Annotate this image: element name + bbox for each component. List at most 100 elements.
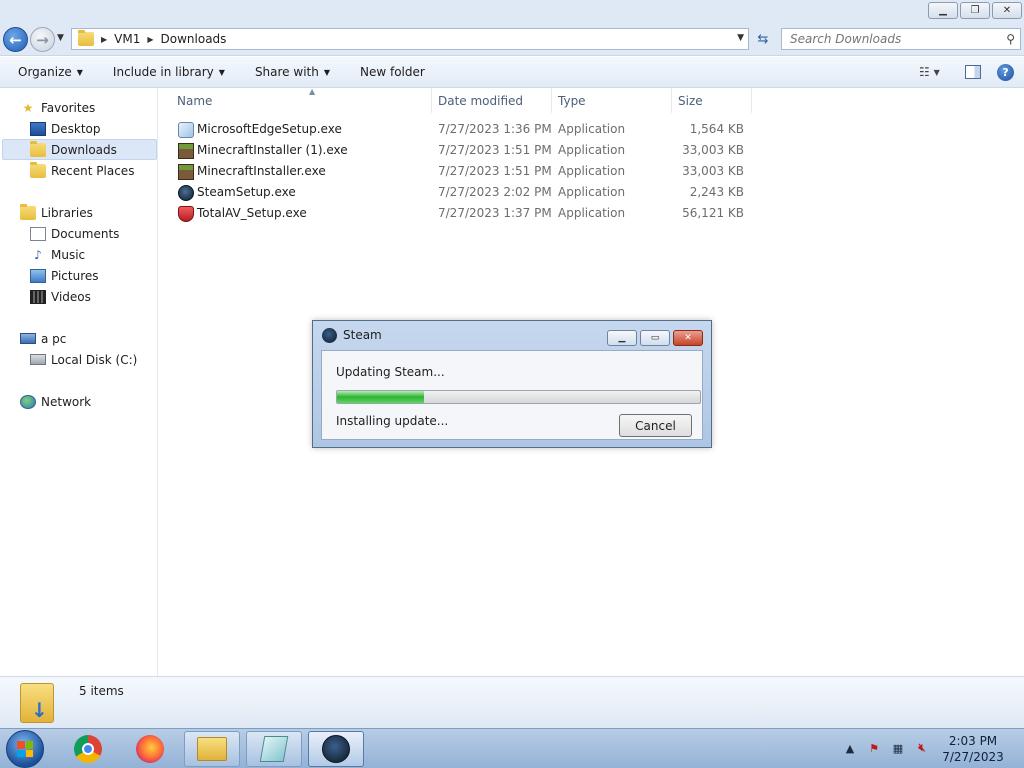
- downloads-folder-icon: [30, 140, 46, 157]
- file-type: Application: [558, 122, 626, 136]
- file-name: SteamSetup.exe: [197, 185, 296, 199]
- network-status-icon[interactable]: ▦: [890, 740, 906, 756]
- address-dropdown-icon[interactable]: ▼: [737, 33, 744, 43]
- file-row[interactable]: MicrosoftEdgeSetup.exe 7/27/2023 1:36 PM…: [175, 119, 755, 140]
- minecraft-icon: [178, 143, 194, 159]
- file-row[interactable]: TotalAV_Setup.exe 7/27/2023 1:37 PM Appl…: [175, 203, 755, 224]
- network-icon: [20, 394, 36, 409]
- videos-icon: [30, 289, 46, 304]
- edge-installer-icon: [178, 122, 194, 138]
- cancel-button[interactable]: Cancel: [619, 414, 692, 437]
- file-type: Application: [558, 206, 626, 220]
- item-count: 5 items: [79, 684, 124, 698]
- nav-recent-places[interactable]: Recent Places: [30, 160, 134, 181]
- steam-substatus-text: Installing update...: [336, 414, 449, 428]
- navigation-pane: ★ Favorites Desktop Downloads Recent Pla…: [0, 88, 158, 676]
- file-explorer-icon: [197, 737, 227, 761]
- column-header-name[interactable]: Name ▲: [171, 87, 432, 113]
- close-button[interactable]: ✕: [992, 2, 1022, 19]
- file-name: TotalAV_Setup.exe: [197, 206, 307, 220]
- steam-maximize-button[interactable]: ▭: [640, 330, 670, 346]
- column-header-type[interactable]: Type: [552, 88, 672, 113]
- search-icon[interactable]: ⚲: [1006, 32, 1015, 46]
- nav-computer-label: a pc: [41, 331, 67, 346]
- file-date: 7/27/2023 1:37 PM: [438, 206, 552, 220]
- steam-close-button[interactable]: ✕: [673, 330, 703, 346]
- sort-ascending-icon: ▲: [309, 87, 316, 96]
- nav-computer[interactable]: a pc: [20, 328, 66, 349]
- volume-muted-icon[interactable]: 🔇︎: [914, 740, 930, 756]
- nav-network[interactable]: Network: [20, 391, 91, 412]
- details-pane: ↓ 5 items: [0, 676, 1024, 728]
- include-in-library-button[interactable]: Include in library ▼: [113, 65, 225, 79]
- refresh-button[interactable]: ⇆: [752, 30, 774, 48]
- download-arrow-icon: ↓: [31, 698, 48, 722]
- taskbar-notepad[interactable]: [246, 731, 302, 767]
- search-input[interactable]: [782, 32, 992, 46]
- forward-button[interactable]: →: [30, 27, 55, 52]
- preview-pane-icon[interactable]: [965, 65, 981, 79]
- nav-pictures[interactable]: Pictures: [30, 265, 99, 286]
- minimize-icon: ▁: [939, 5, 947, 16]
- new-folder-label: New folder: [360, 65, 425, 79]
- column-header-size[interactable]: Size: [672, 88, 752, 113]
- column-header-date-modified[interactable]: Date modified: [432, 88, 552, 113]
- nav-libraries[interactable]: Libraries: [20, 202, 93, 223]
- new-folder-button[interactable]: New folder: [360, 65, 425, 79]
- clock[interactable]: 2:03 PM 7/27/2023: [934, 733, 1012, 765]
- address-row: ← → ▼ ▶ VM1 ▶ Downloads ▼ ⇆ ⚲: [0, 24, 1024, 56]
- file-size: 33,003 KB: [682, 143, 744, 157]
- steam-minimize-button[interactable]: ▁: [607, 330, 637, 346]
- system-tray: ▲ ⚑ ▦ 🔇︎: [842, 740, 930, 756]
- minimize-button[interactable]: ▁: [928, 2, 958, 19]
- libraries-icon: [20, 203, 36, 220]
- nav-videos[interactable]: Videos: [30, 286, 91, 307]
- nav-music-label: Music: [51, 247, 86, 262]
- column-name-label: Name: [177, 93, 213, 108]
- restore-button[interactable]: ❐: [960, 2, 990, 19]
- help-icon[interactable]: ?: [997, 63, 1014, 81]
- firefox-icon: [136, 735, 164, 763]
- star-icon: ★: [22, 100, 34, 115]
- taskbar-steam[interactable]: [308, 731, 364, 767]
- explorer-title-bar: ▁ ❐ ✕: [0, 0, 1024, 24]
- taskbar-explorer[interactable]: [184, 731, 240, 767]
- file-row[interactable]: MinecraftInstaller.exe 7/27/2023 1:51 PM…: [175, 161, 755, 182]
- share-with-button[interactable]: Share with ▼: [255, 65, 330, 79]
- file-row[interactable]: MinecraftInstaller (1).exe 7/27/2023 1:5…: [175, 140, 755, 161]
- taskbar-firefox[interactable]: [122, 731, 178, 767]
- change-view-button[interactable]: ☷ ▼: [919, 63, 949, 81]
- breadcrumb-item-downloads[interactable]: Downloads: [161, 32, 227, 46]
- view-controls: ☷ ▼ ?: [919, 63, 1014, 81]
- minecraft-icon: [178, 164, 194, 180]
- nav-documents[interactable]: Documents: [30, 223, 119, 244]
- start-button[interactable]: [6, 730, 44, 768]
- taskbar-chrome[interactable]: [60, 731, 116, 767]
- nav-desktop[interactable]: Desktop: [30, 118, 101, 139]
- nav-downloads[interactable]: Downloads: [2, 139, 157, 160]
- organize-button[interactable]: Organize ▼: [18, 65, 83, 79]
- forward-arrow-icon: →: [36, 30, 49, 49]
- breadcrumb-separator-icon[interactable]: ▶: [147, 35, 153, 44]
- nav-favorites-label: Favorites: [41, 100, 96, 115]
- recent-pages-dropdown[interactable]: ▼: [57, 33, 64, 43]
- action-center-alert-icon[interactable]: ⚑: [866, 740, 882, 756]
- view-list-icon: ☷: [919, 65, 930, 79]
- windows-logo-icon: [17, 741, 33, 757]
- breadcrumb-separator-icon[interactable]: ▶: [101, 35, 107, 44]
- nav-music[interactable]: ♪ Music: [30, 244, 85, 265]
- chevron-down-icon: ▼: [323, 67, 330, 77]
- show-hidden-icons-icon[interactable]: ▲: [842, 740, 858, 756]
- breadcrumb-item-vm1[interactable]: VM1: [114, 32, 140, 46]
- totalav-icon: [178, 206, 194, 222]
- recent-places-icon: [30, 161, 46, 178]
- nav-local-disk[interactable]: Local Disk (C:): [30, 349, 137, 370]
- nav-downloads-label: Downloads: [51, 142, 117, 157]
- restore-icon: ❐: [970, 5, 980, 16]
- address-bar[interactable]: ▶ VM1 ▶ Downloads ▼: [71, 28, 749, 50]
- maximize-icon: ▭: [650, 333, 660, 343]
- nav-favorites[interactable]: ★ Favorites: [20, 97, 96, 118]
- back-arrow-icon: ←: [9, 30, 22, 49]
- file-row[interactable]: SteamSetup.exe 7/27/2023 2:02 PM Applica…: [175, 182, 755, 203]
- back-button[interactable]: ←: [3, 27, 28, 52]
